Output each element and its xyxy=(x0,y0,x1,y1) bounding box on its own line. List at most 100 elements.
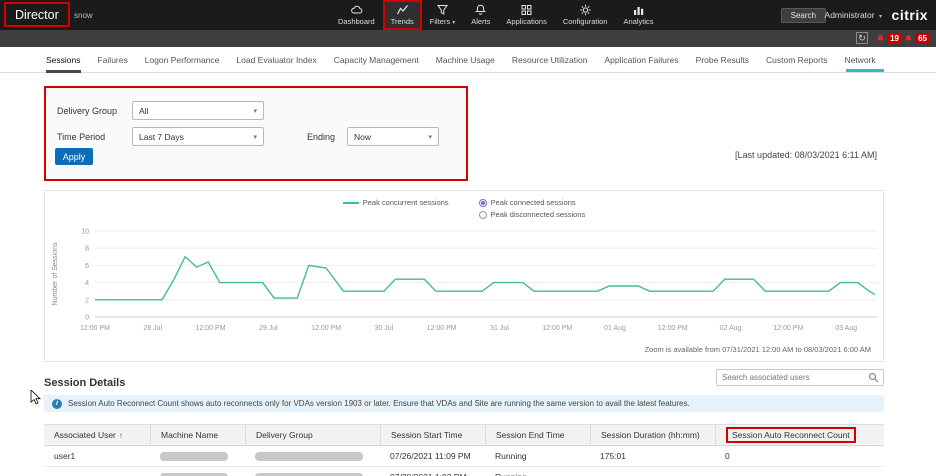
column-header-associated-user[interactable]: Associated User↑ xyxy=(44,425,150,445)
svg-text:31 Jul: 31 Jul xyxy=(490,325,509,332)
svg-text:02 Aug: 02 Aug xyxy=(720,325,742,332)
cell-session-start-time: 07/28/2021 1:03 PM xyxy=(380,467,485,476)
funnel-icon xyxy=(436,4,449,16)
redacted-value xyxy=(160,452,228,461)
bell-icon xyxy=(474,4,487,16)
top-navigation-bar: Director snow Dashboard Trends Filters▾ … xyxy=(0,0,936,30)
sessions-trend-chart[interactable]: Number of Sessions 024681012:00 PM28 Jul… xyxy=(45,217,885,347)
column-header-session-start-time[interactable]: Session Start Time xyxy=(380,425,485,445)
cell-session-duration xyxy=(590,467,715,476)
director-logo: Director xyxy=(4,2,70,27)
redacted-value xyxy=(255,473,363,476)
tab-failures[interactable]: Failures xyxy=(98,47,128,73)
citrix-logo: citrix xyxy=(892,7,928,23)
info-icon: i xyxy=(52,399,62,409)
time-period-select[interactable]: Last 7 Days▾ xyxy=(132,127,264,146)
magnifier-icon[interactable] xyxy=(868,372,879,383)
table-row[interactable]: user1 07/26/2021 11:09 PM Running 175:01… xyxy=(44,446,884,467)
svg-text:29 Jul: 29 Jul xyxy=(259,325,278,332)
tab-logon-performance[interactable]: Logon Performance xyxy=(145,47,220,73)
nav-alerts[interactable]: Alerts xyxy=(463,0,498,30)
nav-applications[interactable]: Applications xyxy=(498,0,554,30)
chart-legend: Peak concurrent sessions Peak connected … xyxy=(45,198,883,219)
alert-bell-icon xyxy=(876,34,885,44)
sessions-chart-panel: Peak concurrent sessions Peak connected … xyxy=(44,190,884,362)
delivery-group-label: Delivery Group xyxy=(57,106,117,116)
tab-machine-usage[interactable]: Machine Usage xyxy=(436,47,495,73)
tab-sessions[interactable]: Sessions xyxy=(46,47,81,73)
cell-delivery-group xyxy=(245,446,380,466)
cell-machine-name xyxy=(150,467,245,476)
tab-application-failures[interactable]: Application Failures xyxy=(604,47,678,73)
svg-text:10: 10 xyxy=(81,229,89,236)
trend-line-icon xyxy=(396,4,409,16)
svg-text:12:00 PM: 12:00 PM xyxy=(773,325,803,332)
chevron-down-icon: ▾ xyxy=(452,20,455,26)
critical-alerts-badge[interactable]: 19 xyxy=(876,33,902,44)
svg-text:12:00 PM: 12:00 PM xyxy=(658,325,688,332)
tab-probe-results[interactable]: Probe Results xyxy=(696,47,749,73)
column-header-session-auto-reconnect-count[interactable]: Session Auto Reconnect Count xyxy=(715,425,884,445)
gear-icon xyxy=(579,4,592,16)
tab-resource-utilization[interactable]: Resource Utilization xyxy=(512,47,588,73)
tab-custom-reports[interactable]: Custom Reports xyxy=(766,47,827,73)
mouse-cursor xyxy=(30,390,42,405)
tab-scrollbar[interactable] xyxy=(846,69,884,72)
nav-filters[interactable]: Filters▾ xyxy=(422,0,463,30)
session-details-title: Session Details xyxy=(44,377,125,389)
user-menu[interactable]: Administrator ▾ xyxy=(825,10,882,20)
svg-text:12:00 PM: 12:00 PM xyxy=(427,325,457,332)
svg-text:30 Jul: 30 Jul xyxy=(375,325,394,332)
sort-ascending-icon: ↑ xyxy=(119,431,123,440)
nav-analytics[interactable]: Analytics xyxy=(615,0,661,30)
refresh-icon[interactable]: ↻ xyxy=(856,32,868,44)
cell-delivery-group xyxy=(245,467,380,476)
svg-text:Number of Sessions: Number of Sessions xyxy=(52,242,59,306)
svg-text:01 Aug: 01 Aug xyxy=(604,325,626,332)
citrix-director-window: Director snow Dashboard Trends Filters▾ … xyxy=(0,0,936,476)
tab-capacity-management[interactable]: Capacity Management xyxy=(334,47,419,73)
nav-dashboard[interactable]: Dashboard xyxy=(330,0,383,30)
trends-tab-bar: Sessions Failures Logon Performance Load… xyxy=(0,47,936,73)
table-row[interactable]: 07/28/2021 1:03 PM Running xyxy=(44,467,884,476)
cell-session-end-time: Running xyxy=(485,467,590,476)
column-header-session-end-time[interactable]: Session End Time xyxy=(485,425,590,445)
ending-select[interactable]: Now▾ xyxy=(347,127,439,146)
chevron-down-icon: ▾ xyxy=(428,133,432,141)
cell-session-start-time: 07/26/2021 11:09 PM xyxy=(380,446,485,466)
svg-text:12:00 PM: 12:00 PM xyxy=(311,325,341,332)
cell-machine-name xyxy=(150,446,245,466)
svg-text:12:00 PM: 12:00 PM xyxy=(196,325,226,332)
redacted-value xyxy=(160,473,228,476)
session-details-table: Associated User↑ Machine Name Delivery G… xyxy=(44,424,884,476)
nav-trends[interactable]: Trends xyxy=(383,0,422,30)
main-nav: Dashboard Trends Filters▾ Alerts Applica… xyxy=(330,0,661,30)
svg-text:28 Jul: 28 Jul xyxy=(143,325,162,332)
notification-bar: ↻ 19 65 xyxy=(0,30,936,47)
svg-text:8: 8 xyxy=(85,246,89,253)
warning-alerts-badge[interactable]: 65 xyxy=(904,33,930,44)
apply-button[interactable]: Apply xyxy=(55,148,93,165)
column-header-delivery-group[interactable]: Delivery Group xyxy=(245,425,380,445)
chevron-down-icon: ▾ xyxy=(253,107,257,115)
chevron-down-icon: ▾ xyxy=(253,133,257,141)
peak-concurrent-sessions-line xyxy=(95,257,875,300)
radio-selected-icon[interactable] xyxy=(479,199,487,207)
svg-text:6: 6 xyxy=(85,263,89,270)
svg-text:12:00 PM: 12:00 PM xyxy=(542,325,572,332)
column-header-session-duration[interactable]: Session Duration (hh:mm) xyxy=(590,425,715,445)
associated-user-search xyxy=(716,369,884,386)
column-header-machine-name[interactable]: Machine Name xyxy=(150,425,245,445)
legend-peak-connected[interactable]: Peak connected sessions xyxy=(479,198,586,207)
svg-text:4: 4 xyxy=(85,280,89,287)
last-updated-text: [Last updated: 08/03/2021 6:11 AM] xyxy=(735,150,877,160)
delivery-group-select[interactable]: All▾ xyxy=(132,101,264,120)
nav-configuration[interactable]: Configuration xyxy=(555,0,616,30)
site-name: snow xyxy=(74,11,93,20)
zoom-availability-note: Zoom is available from 07/31/2021 12:00 … xyxy=(645,345,871,354)
search-input[interactable] xyxy=(717,373,868,382)
search-button[interactable]: Search xyxy=(781,8,826,23)
svg-text:12:00 PM: 12:00 PM xyxy=(80,325,110,332)
tab-load-evaluator-index[interactable]: Load Evaluator Index xyxy=(236,47,316,73)
cloud-icon xyxy=(350,4,363,16)
